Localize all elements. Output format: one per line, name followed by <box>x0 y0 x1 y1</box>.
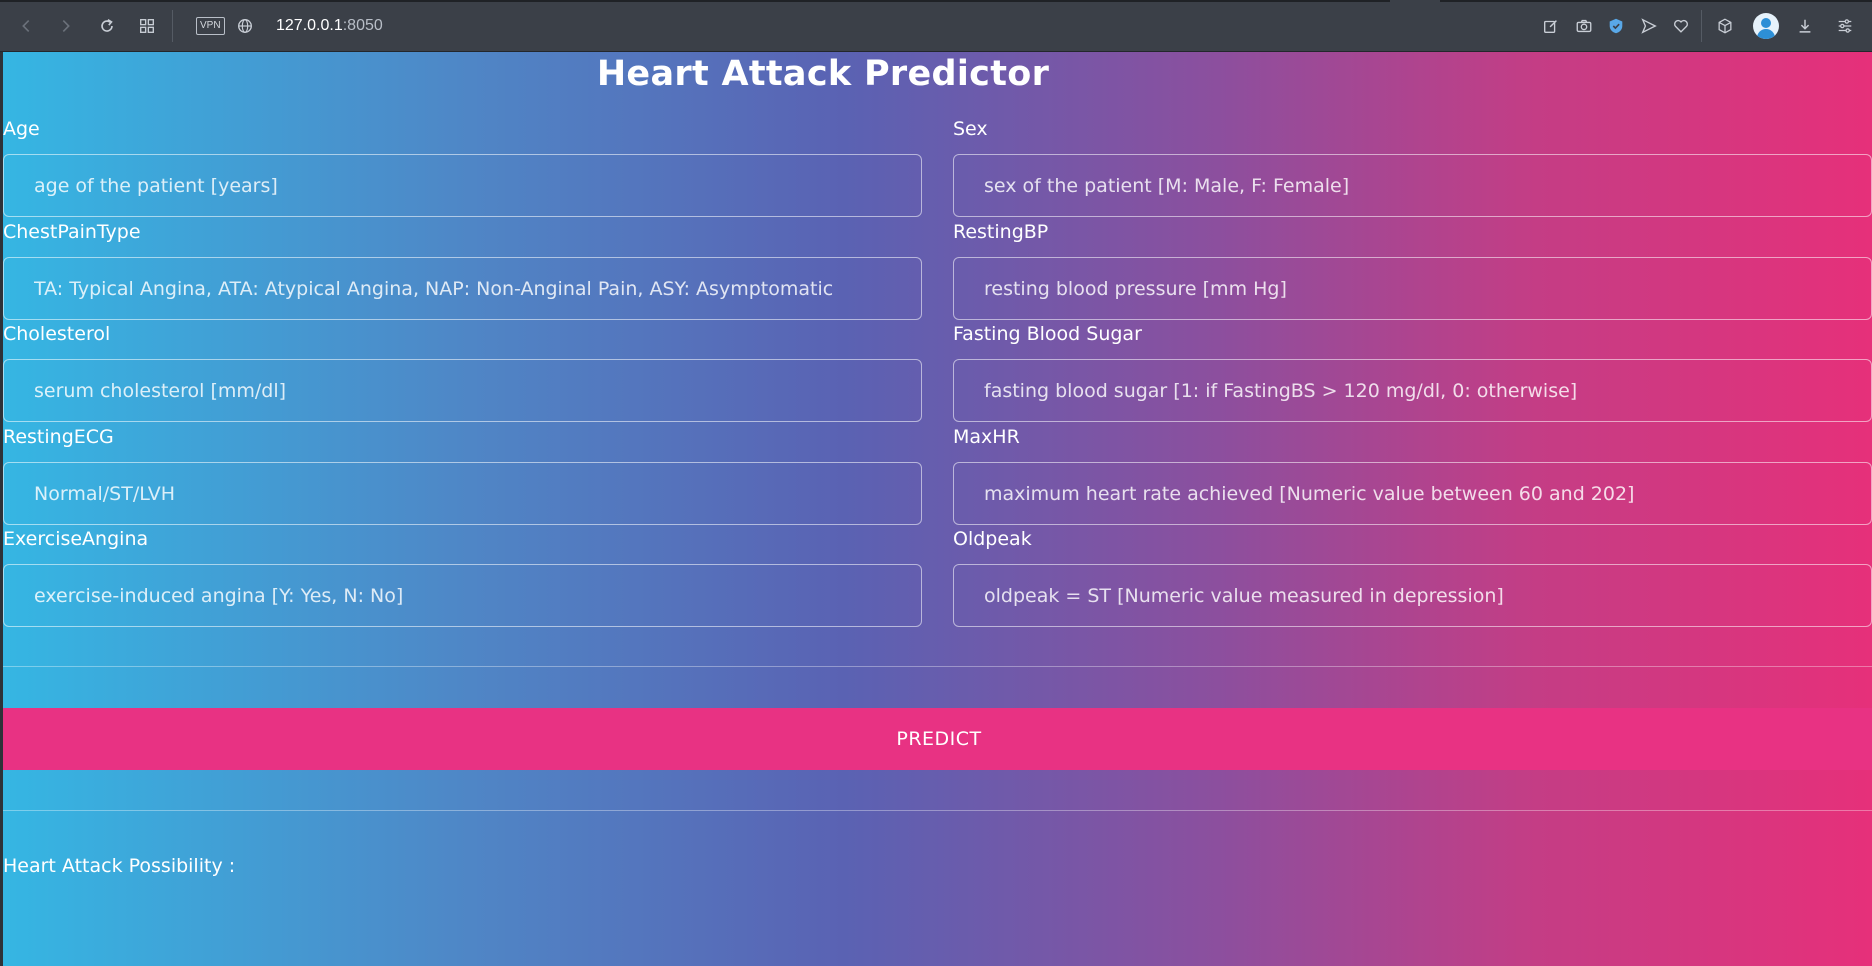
page-content: Heart Attack Predictor Age Sex ChestPainTy… <box>0 52 1872 966</box>
exerciseangina-input[interactable] <box>3 564 922 627</box>
loading-bar-track <box>1440 0 1872 2</box>
send-icon[interactable] <box>1635 12 1663 40</box>
sex-label: Sex <box>953 118 988 140</box>
edit-icon[interactable] <box>1537 12 1565 40</box>
restingbp-label: RestingBP <box>953 221 1049 243</box>
vpn-badge[interactable]: VPN <box>196 17 225 35</box>
page-title: Heart Attack Predictor <box>596 54 1050 94</box>
result-label: Heart Attack Possibility : <box>3 855 236 877</box>
cholesterol-label: Cholesterol <box>3 323 111 345</box>
exerciseangina-label: ExerciseAngina <box>3 528 149 550</box>
address-bar[interactable]: 127.0.0.1:8050 <box>276 15 383 37</box>
predict-button[interactable]: PREDICT <box>3 708 1872 770</box>
browser-toolbar: VPN 127.0.0.1:8050 <box>0 0 1872 52</box>
profile-avatar[interactable] <box>1753 13 1779 39</box>
cube-icon[interactable] <box>1711 12 1739 40</box>
divider <box>3 810 1872 811</box>
oldpeak-label: Oldpeak <box>953 528 1032 550</box>
forward-icon[interactable] <box>52 12 80 40</box>
toolbar-divider <box>1701 10 1702 42</box>
age-input[interactable] <box>3 154 922 217</box>
fasting-blood-sugar-label: Fasting Blood Sugar <box>953 323 1142 345</box>
maxhr-input[interactable] <box>953 462 1872 525</box>
camera-icon[interactable] <box>1570 12 1598 40</box>
download-icon[interactable] <box>1791 12 1819 40</box>
fasting-blood-sugar-input[interactable] <box>953 359 1872 422</box>
tabs-grid-icon[interactable] <box>133 12 161 40</box>
chestpaintype-label: ChestPainType <box>3 221 141 243</box>
age-label: Age <box>3 118 40 140</box>
shield-icon[interactable] <box>1602 12 1630 40</box>
restingecg-label: RestingECG <box>3 426 114 448</box>
restingbp-input[interactable] <box>953 257 1872 320</box>
back-icon[interactable] <box>12 12 40 40</box>
url-port: :8050 <box>342 17 383 34</box>
cholesterol-input[interactable] <box>3 359 922 422</box>
chestpaintype-input[interactable] <box>3 257 922 320</box>
reload-icon[interactable] <box>93 12 121 40</box>
sex-input[interactable] <box>953 154 1872 217</box>
globe-icon[interactable] <box>231 12 259 40</box>
restingecg-input[interactable] <box>3 462 922 525</box>
url-host: 127.0.0.1 <box>276 17 343 34</box>
loading-bar <box>0 0 1390 2</box>
oldpeak-input[interactable] <box>953 564 1872 627</box>
settings-sliders-icon[interactable] <box>1831 12 1859 40</box>
maxhr-label: MaxHR <box>953 426 1020 448</box>
toolbar-divider <box>172 10 173 42</box>
heart-icon[interactable] <box>1667 12 1695 40</box>
divider <box>3 666 1872 667</box>
